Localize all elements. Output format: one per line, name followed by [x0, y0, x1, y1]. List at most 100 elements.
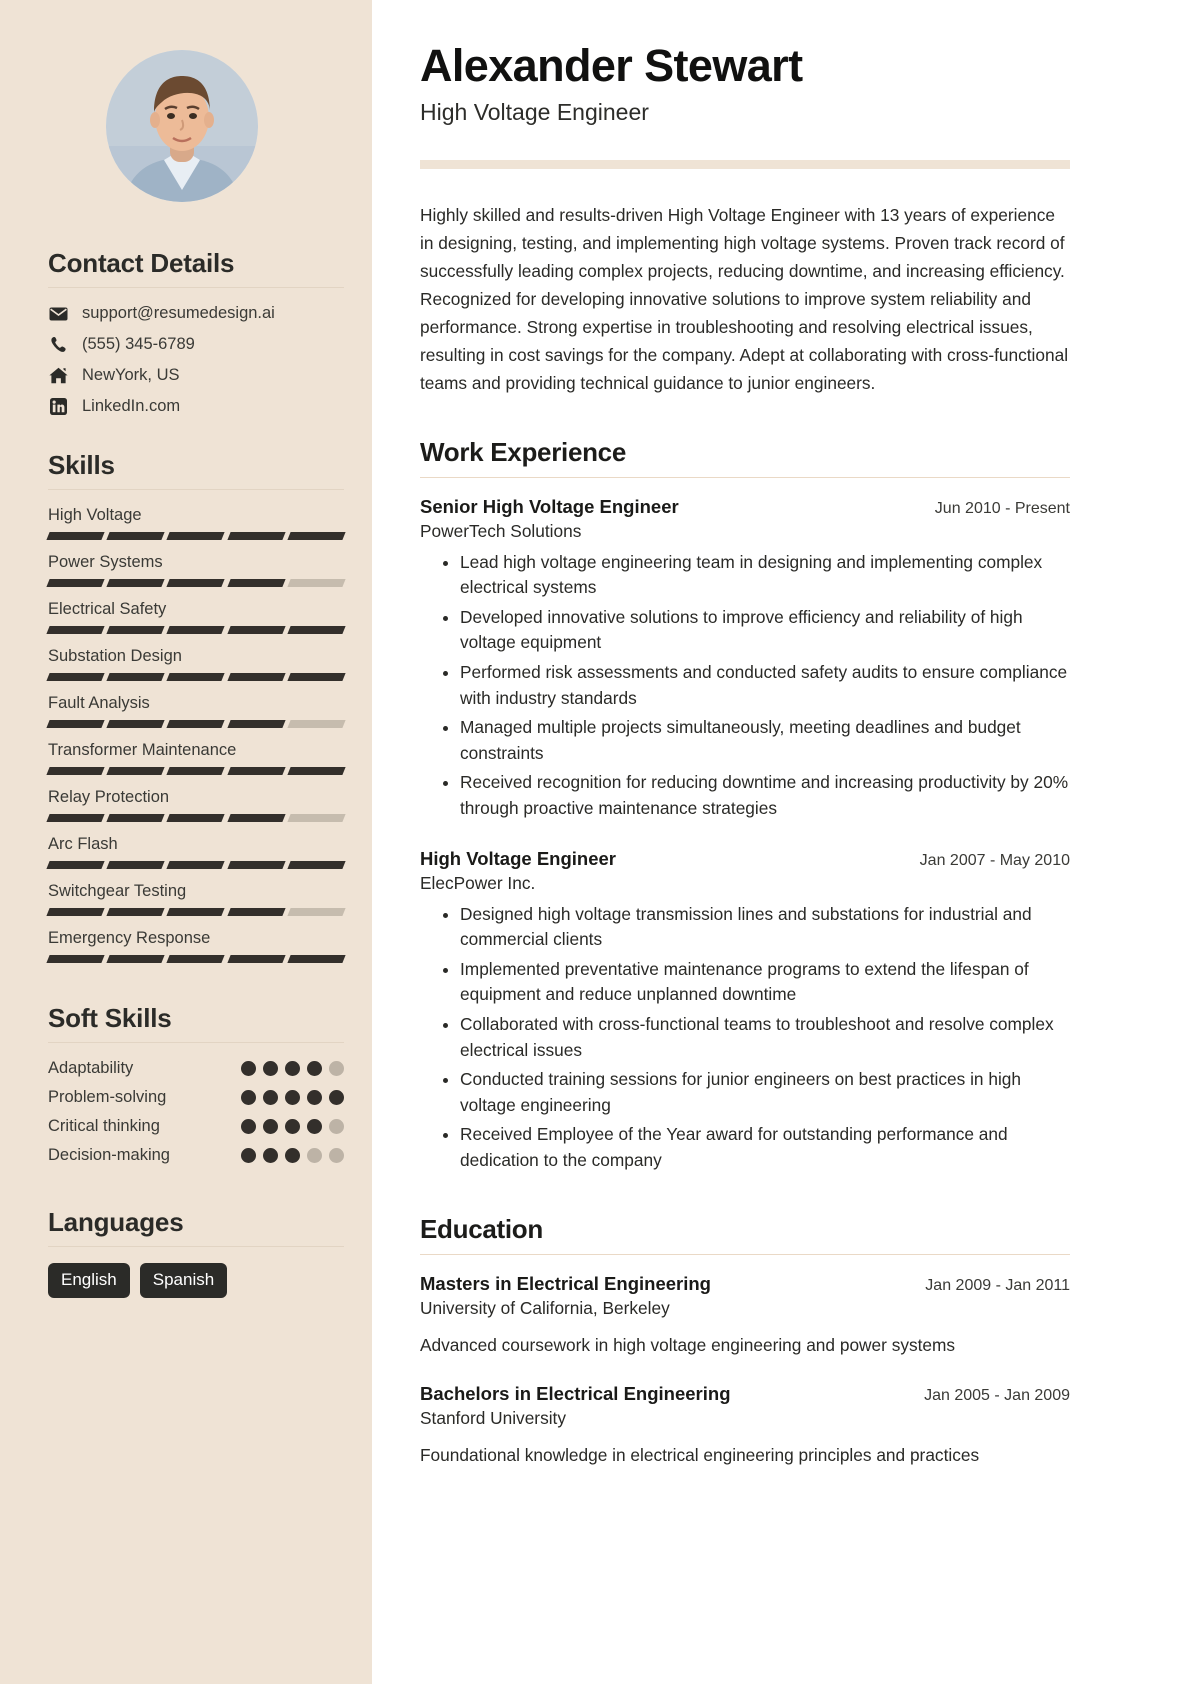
- list-item: Implemented preventative maintenance pro…: [460, 957, 1070, 1008]
- skills-heading: Skills: [48, 450, 115, 480]
- education-date: Jan 2005 - Jan 2009: [924, 1386, 1070, 1404]
- skill-label: Relay Protection: [48, 788, 170, 806]
- list-item: Lead high voltage engineering team in de…: [460, 550, 1070, 601]
- skill-bar-segment: [46, 861, 105, 869]
- skill-bar-segment: [106, 955, 166, 963]
- education-entry-header: Bachelors in Electrical Engineering Jan 2…: [420, 1383, 1070, 1405]
- rating-dot: [285, 1119, 300, 1134]
- divider: [420, 1253, 1070, 1255]
- work-experience-heading: Work Experience: [420, 436, 627, 467]
- contact-value: (555) 345-6789: [82, 335, 195, 353]
- contact-item-location[interactable]: NewYork, US: [48, 366, 344, 385]
- skill-level-bar: [46, 814, 346, 822]
- skill-label: Emergency Response: [48, 929, 211, 947]
- rating-dot: [241, 1119, 256, 1134]
- skill-bar-segment: [166, 579, 226, 587]
- soft-skill-rating: [241, 1148, 344, 1163]
- list-item: Managed multiple projects simultaneously…: [460, 715, 1070, 766]
- skill-bar-segment: [226, 532, 286, 540]
- skill-item: Emergency Response: [46, 929, 346, 963]
- sidebar: Contact Details support@resumedesign.ai …: [0, 0, 372, 1684]
- education-date: Jan 2009 - Jan 2011: [925, 1276, 1070, 1294]
- work-entry-date: Jan 2007 - May 2010: [919, 851, 1070, 869]
- skill-bar-segment: [287, 579, 346, 587]
- skill-bar-segment: [46, 720, 105, 728]
- rating-dot: [285, 1148, 300, 1163]
- rating-dot: [241, 1061, 256, 1076]
- skill-label: Electrical Safety: [48, 600, 167, 618]
- skill-bar-segment: [166, 720, 226, 728]
- skill-bar-segment: [166, 673, 226, 681]
- language-tag[interactable]: English: [48, 1263, 130, 1298]
- skill-bar-segment: [166, 861, 226, 869]
- divider: [48, 489, 344, 490]
- languages-heading: Languages: [48, 1207, 184, 1237]
- soft-skill-label: Adaptability: [48, 1059, 134, 1077]
- soft-skill-row: Critical thinking: [48, 1117, 344, 1136]
- skill-level-bar: [46, 532, 346, 540]
- envelope-icon: [48, 307, 68, 321]
- skill-bar-segment: [287, 767, 346, 775]
- divider: [48, 287, 344, 288]
- resume-page: Contact Details support@resumedesign.ai …: [0, 0, 1200, 1684]
- work-experience-list: Senior High Voltage Engineer Jun 2010 - P…: [420, 496, 1070, 1174]
- education-description: Foundational knowledge in electrical eng…: [420, 1444, 980, 1465]
- education-school: Stanford University: [420, 1407, 566, 1428]
- skill-bar-segment: [46, 532, 105, 540]
- skill-item: Substation Design: [46, 647, 346, 681]
- skill-item: Arc Flash: [46, 835, 346, 869]
- soft-skill-label: Critical thinking: [48, 1117, 160, 1135]
- skill-level-bar: [46, 861, 346, 869]
- education-list: Masters in Electrical Engineering Jan 200…: [420, 1273, 1070, 1469]
- rating-dot: [263, 1090, 278, 1105]
- soft-skill-label: Problem-solving: [48, 1088, 167, 1106]
- skill-bar-segment: [226, 626, 286, 634]
- contact-item-phone[interactable]: (555) 345-6789: [48, 335, 344, 354]
- rating-dot: [263, 1148, 278, 1163]
- work-entry-bullets: Lead high voltage engineering team in de…: [446, 550, 1070, 822]
- work-entry: Senior High Voltage Engineer Jun 2010 - P…: [420, 496, 1070, 822]
- language-tag[interactable]: Spanish: [139, 1263, 228, 1298]
- rating-dot: [307, 1119, 322, 1134]
- contact-item-email[interactable]: support@resumedesign.ai: [48, 304, 344, 323]
- language-tag-list: English Spanish: [48, 1263, 344, 1298]
- skill-bar-segment: [106, 908, 166, 916]
- soft-skill-rating: [241, 1061, 344, 1076]
- soft-skill-row: Problem-solving: [48, 1088, 344, 1107]
- education-entry: Masters in Electrical Engineering Jan 200…: [420, 1273, 1070, 1359]
- education-heading: Education: [420, 1213, 543, 1244]
- list-item: Received Employee of the Year award for …: [460, 1122, 1070, 1173]
- rating-dot: [285, 1061, 300, 1076]
- skill-bar-segment: [287, 720, 346, 728]
- skill-bar-segment: [106, 861, 166, 869]
- skill-bar-segment: [46, 579, 105, 587]
- skill-bar-segment: [287, 955, 346, 963]
- skill-bar-segment: [226, 720, 286, 728]
- languages-section: Languages English Spanish: [48, 1207, 344, 1298]
- skill-bar-segment: [226, 908, 286, 916]
- skill-level-bar: [46, 908, 346, 916]
- education-entry-header: Masters in Electrical Engineering Jan 200…: [420, 1273, 1070, 1295]
- contact-item-linkedin[interactable]: LinkedIn.com: [48, 397, 344, 416]
- divider: [420, 476, 1070, 478]
- skill-bar-segment: [46, 908, 105, 916]
- soft-skills-heading: Soft Skills: [48, 1003, 172, 1033]
- skill-bar-segment: [106, 720, 166, 728]
- work-entry-role: High Voltage Engineer: [420, 847, 616, 869]
- skill-bar-segment: [106, 814, 166, 822]
- education-school: University of California, Berkeley: [420, 1297, 670, 1318]
- rating-dot: [329, 1148, 344, 1163]
- skill-level-bar: [46, 955, 346, 963]
- contact-list: support@resumedesign.ai (555) 345-6789 N…: [48, 304, 344, 416]
- skill-bar-segment: [166, 908, 226, 916]
- linkedin-icon: [48, 398, 68, 415]
- skill-bar-segment: [106, 673, 166, 681]
- list-item: Developed innovative solutions to improv…: [460, 605, 1070, 656]
- skill-bar-segment: [166, 532, 226, 540]
- skill-bar-segment: [106, 626, 166, 634]
- work-entry-company: ElecPower Inc.: [420, 872, 536, 893]
- rating-dot: [263, 1061, 278, 1076]
- skill-level-bar: [46, 626, 346, 634]
- soft-skill-rating: [241, 1090, 344, 1105]
- page-title: Alexander Stewart: [420, 40, 803, 91]
